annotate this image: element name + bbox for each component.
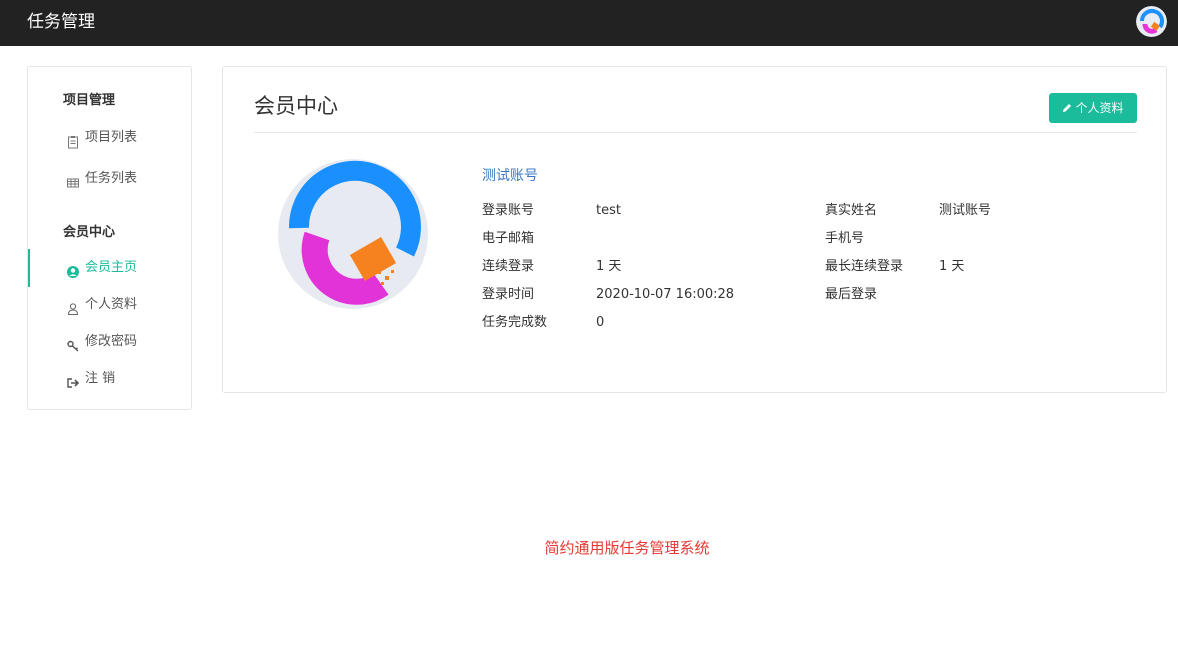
app-logo-icon [278, 159, 428, 309]
field-value-login-time: 2020-10-07 16:00:28 [596, 287, 735, 302]
field-value-consecutive-login: 1 天 [596, 259, 622, 274]
sidebar-item-label: 任务列表 [85, 171, 138, 186]
user-circle-icon [66, 261, 80, 278]
table-icon [66, 172, 80, 188]
field-value-login-account: test [596, 203, 621, 218]
member-center-panel: 会员中心 个人资料 测试账号 登录账号 test 电子邮箱 连续登录 1 天 登… [222, 66, 1167, 393]
account-display-name[interactable]: 测试账号 [482, 165, 538, 185]
field-label-login-account: 登录账号 [482, 203, 535, 218]
user-avatar[interactable] [1136, 6, 1167, 37]
field-label-tasks-completed: 任务完成数 [482, 315, 548, 330]
field-label-last-login: 最后登录 [825, 287, 878, 302]
clipboard-icon [66, 131, 80, 149]
field-value-real-name: 测试账号 [939, 203, 992, 218]
edit-profile-button[interactable]: 个人资料 [1049, 93, 1137, 123]
title-divider [254, 132, 1137, 133]
field-label-longest-streak: 最长连续登录 [825, 259, 904, 274]
sidebar: 项目管理 项目列表 任务列表 会员中心 会员主页 个人资料 修改密码 注 销 [27, 66, 192, 410]
user-icon [66, 298, 80, 315]
sidebar-item-label: 注 销 [85, 371, 116, 386]
sidebar-item-logout[interactable]: 注 销 [28, 364, 191, 394]
field-label-phone: 手机号 [825, 231, 865, 246]
sidebar-item-change-password[interactable]: 修改密码 [28, 327, 191, 357]
sidebar-item-project-list[interactable]: 项目列表 [28, 123, 191, 153]
field-value-tasks-completed: 0 [596, 315, 605, 330]
field-label-login-time: 登录时间 [482, 287, 535, 302]
sidebar-item-label: 修改密码 [85, 334, 138, 349]
sidebar-item-label: 项目列表 [85, 130, 138, 145]
field-label-email: 电子邮箱 [482, 231, 535, 246]
field-label-consecutive-login: 连续登录 [482, 259, 535, 274]
sidebar-item-task-list[interactable]: 任务列表 [28, 164, 191, 194]
sidebar-item-label: 会员主页 [85, 260, 138, 275]
key-icon [66, 335, 80, 352]
app-logo-icon [1136, 6, 1167, 37]
pencil-icon [1063, 104, 1072, 112]
sign-out-icon [66, 372, 80, 388]
field-value-longest-streak: 1 天 [939, 259, 965, 274]
edit-profile-label: 个人资料 [1075, 101, 1124, 115]
field-label-real-name: 真实姓名 [825, 203, 878, 218]
sidebar-item-label: 个人资料 [85, 297, 138, 312]
sidebar-item-member-home[interactable]: 会员主页 [28, 249, 191, 287]
top-navbar: 任务管理 [0, 0, 1178, 46]
sidebar-section-member: 会员中心 [63, 225, 116, 240]
brand-title[interactable]: 任务管理 [27, 10, 95, 34]
page-title: 会员中心 [254, 94, 338, 118]
sidebar-item-profile[interactable]: 个人资料 [28, 290, 191, 320]
member-avatar [277, 158, 429, 310]
sidebar-section-project: 项目管理 [63, 93, 116, 108]
footer-text: 简约通用版任务管理系统 [544, 539, 710, 557]
